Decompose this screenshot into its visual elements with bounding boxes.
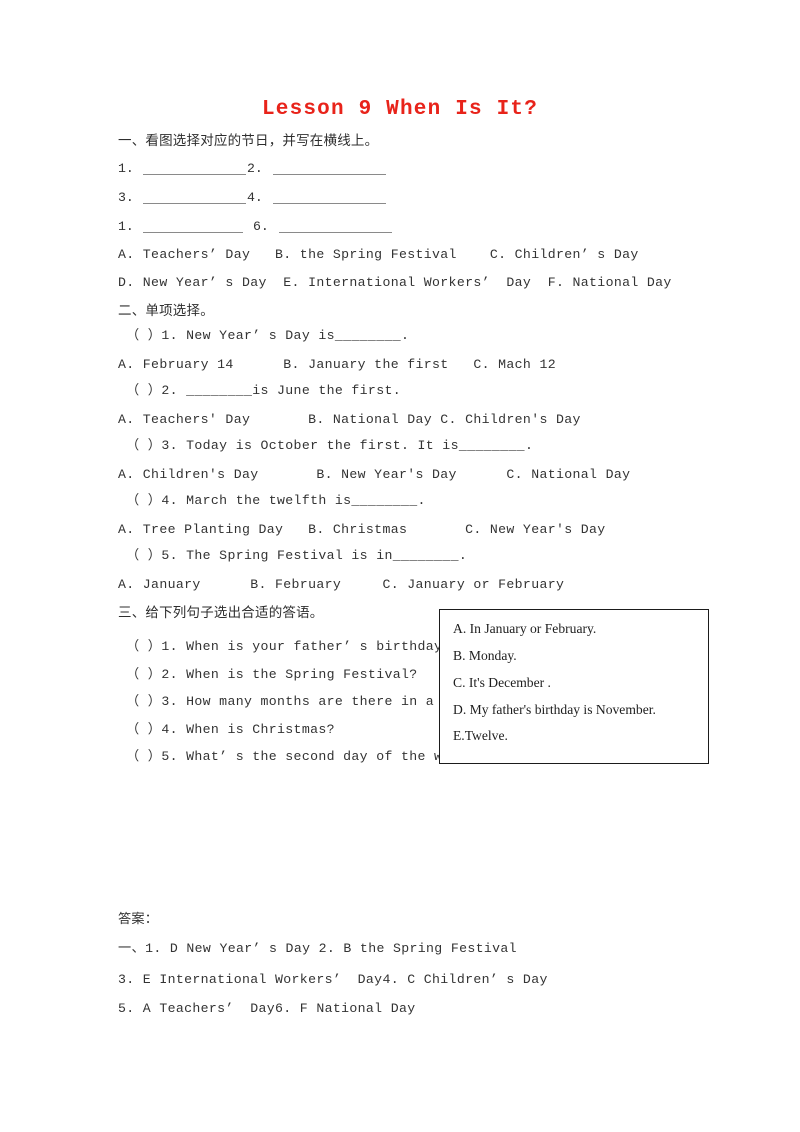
page-title: Lesson 9 When Is It? — [261, 98, 539, 121]
blank-rule[interactable] — [143, 203, 246, 204]
blank-number: 6. — [253, 219, 269, 234]
blank-row: 1. 2. — [118, 160, 448, 178]
answer-option-b: B. Monday. — [453, 648, 517, 663]
question-stem-2-1[interactable]: （ ）1. New Year’ s Day is________. — [126, 328, 409, 344]
answer-options-box: A. In January or February. B. Monday. C.… — [439, 609, 709, 764]
question-options-2-4: A. Tree Planting Day B. Christmas C. New… — [118, 522, 606, 537]
question-stem-2-3[interactable]: （ ）3. Today is October the first. It is_… — [126, 438, 533, 454]
question-stem-2-2[interactable]: （ ）2. ________is June the first. — [126, 383, 401, 399]
answer-option-c: C. It's December . — [453, 675, 551, 690]
blank-number: 3. — [118, 190, 134, 205]
answer-key-line-2: 3. E International Workers’ Day4. C Chil… — [118, 972, 548, 987]
question-stem-3-2[interactable]: （ ）2. When is the Spring Festival? — [126, 667, 418, 683]
section-one-options-line-2: D. New Year’ s Day E. International Work… — [118, 275, 672, 290]
blank-rule[interactable] — [279, 232, 392, 233]
blank-number: 1. — [118, 219, 134, 234]
question-stem-3-1[interactable]: （ ）1. When is your father’ s birthday? — [126, 639, 451, 655]
question-options-2-2: A. Teachers' Day B. National Day C. Chil… — [118, 412, 581, 427]
blank-number: 4. — [247, 190, 263, 205]
question-stem-3-3[interactable]: （ ）3. How many months are there in a yea… — [126, 694, 484, 710]
blank-row: 1. 6. — [118, 218, 448, 236]
section-one-heading: 一、看图选择对应的节日，并写在横线上。 — [118, 133, 379, 149]
answer-option-e: E.Twelve. — [453, 728, 508, 743]
blank-rule[interactable] — [143, 232, 243, 233]
question-stem-3-4[interactable]: （ ）4. When is Christmas? — [126, 722, 335, 738]
section-one-options-line-1: A. Teachers’ Day B. the Spring Festival … — [118, 247, 639, 262]
blank-number: 1. — [118, 161, 134, 176]
section-three-heading: 三、给下列句子选出合适的答语。 — [118, 605, 324, 621]
answer-option-a: A. In January or February. — [453, 621, 597, 636]
answer-option-d: D. My father's birthday is November. — [453, 702, 656, 717]
question-stem-2-5[interactable]: （ ）5. The Spring Festival is in________. — [126, 548, 467, 564]
worksheet-page: Lesson 9 When Is It? 一、看图选择对应的节日，并写在横线上。… — [0, 0, 800, 1132]
blank-row: 3. 4. — [118, 189, 448, 207]
blank-rule[interactable] — [273, 174, 386, 175]
blank-number: 2. — [247, 161, 263, 176]
blank-rule[interactable] — [143, 174, 246, 175]
answer-key-line-3: 5. A Teachers’ Day6. F National Day — [118, 1001, 416, 1016]
section-two-heading: 二、单项选择。 — [118, 303, 214, 319]
answer-key-line-1: 一、1. D New Year’ s Day 2. B the Spring F… — [118, 941, 517, 956]
question-options-2-1: A. February 14 B. January the first C. M… — [118, 357, 556, 372]
question-options-2-5: A. January B. February C. January or Feb… — [118, 577, 565, 592]
question-stem-2-4[interactable]: （ ）4. March the twelfth is________. — [126, 493, 426, 509]
answer-key-heading: 答案： — [118, 912, 159, 927]
question-stem-3-5[interactable]: （ ）5. What’ s the second day of the week… — [126, 749, 475, 765]
blank-rule[interactable] — [273, 203, 386, 204]
question-options-2-3: A. Children's Day B. New Year's Day C. N… — [118, 467, 631, 482]
